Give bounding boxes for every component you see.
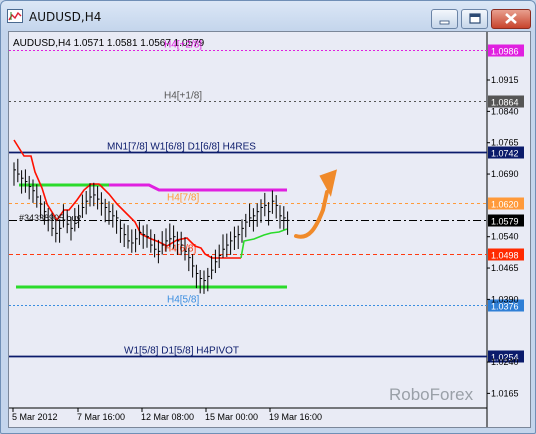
price-tag-text-0: 1.0986 (491, 47, 519, 57)
level-label-6: H4[5/8] (167, 295, 199, 306)
price-tag-text-5: 1.0498 (491, 251, 519, 261)
restore-button[interactable] (461, 9, 488, 29)
restore-icon (469, 13, 481, 24)
y-tick-7: 1.0240 (491, 357, 519, 367)
x-tick-3: 15 Mar 00:00 (205, 412, 258, 422)
watermark: RoboForex (389, 385, 474, 404)
projection-arrow (294, 190, 329, 239)
level-label-0: H4[+2/8] (164, 40, 202, 51)
level-label-2: MN1[7/8] W1[6/8] D1[6/8] H4RES (107, 142, 256, 153)
x-tick-0: 5 Mar 2012 (12, 412, 58, 422)
y-tick-6: 1.0390 (491, 294, 519, 304)
title-bar[interactable]: AUDUSD,H4 (1, 1, 535, 31)
y-tick-2: 1.0765 (491, 138, 519, 148)
chart-app-icon (7, 9, 23, 23)
close-icon (505, 13, 517, 24)
price-tag-text-3: 1.0620 (491, 200, 519, 210)
y-tick-0: 1.0915 (491, 75, 519, 85)
price-bars (13, 158, 290, 294)
y-tick-3: 1.0690 (491, 169, 519, 179)
chart-window: AUDUSD,H4 AUDUSD,H4 1.0571 1.0581 1.0567… (0, 0, 536, 434)
chart-area[interactable]: AUDUSD,H4 1.0571 1.0581 1.0567 1.0579 H4… (8, 31, 531, 428)
x-tick-1: 7 Mar 16:00 (77, 412, 125, 422)
y-tick-4: 1.0540 (491, 232, 519, 242)
minimize-icon (439, 20, 450, 25)
trailing-stop-green (240, 228, 288, 259)
x-tick-4: 19 Mar 16:00 (269, 412, 322, 422)
y-tick-5: 1.0465 (491, 263, 519, 273)
order-label: #34338905 buy (19, 213, 82, 223)
minimize-button[interactable] (431, 9, 458, 29)
level-label-1: H4[+1/8] (164, 91, 202, 102)
y-tick-1: 1.0840 (491, 106, 519, 116)
level-label-3: H4[7/8] (167, 193, 199, 204)
projection-arrow-head (319, 169, 338, 197)
close-button[interactable] (491, 9, 531, 29)
y-tick-8: 1.0165 (491, 388, 519, 398)
x-tick-2: 12 Mar 08:00 (141, 412, 194, 422)
price-tag-text-2: 1.0742 (491, 149, 519, 159)
price-tag-text-4: 1.0579 (491, 217, 519, 227)
window-title: AUDUSD,H4 (29, 10, 102, 24)
level-label-7: W1[5/8] D1[5/8] H4PIVOT (124, 346, 239, 357)
